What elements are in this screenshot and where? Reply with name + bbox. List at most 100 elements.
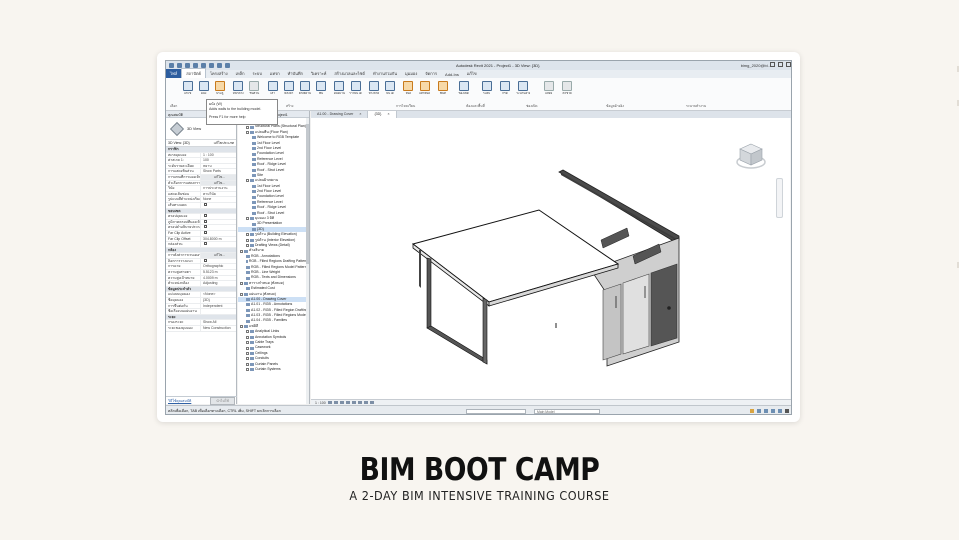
ribbon-tab[interactable]: ทำบันทึก bbox=[284, 69, 307, 78]
3d-viewport[interactable] bbox=[311, 118, 791, 399]
property-value[interactable] bbox=[200, 219, 236, 225]
sun-path-icon[interactable] bbox=[339, 401, 344, 404]
expand-toggle-icon[interactable] bbox=[246, 346, 249, 350]
ribbon-tool-button[interactable]: ราวบันได bbox=[349, 81, 363, 95]
ribbon-tool-button[interactable]: ประตู bbox=[213, 81, 227, 95]
close-tab-icon[interactable]: × bbox=[387, 112, 389, 117]
property-checkbox[interactable] bbox=[204, 202, 207, 206]
user-account[interactable]: bimg_2020@bi... bbox=[741, 63, 771, 68]
measure-icon[interactable] bbox=[217, 63, 222, 68]
view-scale[interactable]: 1 : 100 bbox=[315, 401, 326, 405]
expand-toggle-icon[interactable] bbox=[246, 238, 249, 242]
workset-field[interactable] bbox=[466, 408, 526, 414]
property-value[interactable] bbox=[200, 225, 236, 230]
expand-toggle-icon[interactable] bbox=[246, 244, 249, 248]
ribbon-tab[interactable]: Add-Ins bbox=[441, 71, 463, 78]
select-underlay-icon[interactable] bbox=[757, 409, 761, 413]
ribbon-tab[interactable]: ไฟล์ bbox=[166, 69, 182, 78]
property-value[interactable] bbox=[200, 214, 236, 219]
property-value[interactable] bbox=[200, 202, 236, 208]
close-icon[interactable] bbox=[786, 62, 791, 67]
visual-style-icon[interactable] bbox=[333, 401, 338, 404]
detail-level-icon[interactable] bbox=[327, 401, 332, 404]
expand-toggle-icon[interactable] bbox=[246, 335, 249, 339]
filter-icon[interactable] bbox=[785, 409, 789, 413]
view-tab[interactable]: {3D} × bbox=[368, 111, 397, 118]
ribbon-tab[interactable]: สถาปัตย์ bbox=[181, 68, 206, 78]
expand-toggle-icon[interactable] bbox=[240, 325, 243, 329]
property-value[interactable] bbox=[200, 230, 236, 236]
expand-toggle-icon[interactable] bbox=[246, 233, 249, 237]
property-value[interactable] bbox=[200, 309, 236, 314]
ribbon-tool-button[interactable]: ระดับ bbox=[480, 81, 494, 95]
expand-toggle-icon[interactable] bbox=[246, 351, 249, 355]
expand-toggle-icon[interactable] bbox=[246, 357, 249, 361]
property-checkbox[interactable] bbox=[204, 214, 207, 218]
property-value[interactable]: 1 : 100 bbox=[200, 152, 236, 158]
property-value[interactable]: None bbox=[200, 197, 236, 202]
view-tab[interactable]: A1.00 - Drawing Cover × bbox=[311, 111, 369, 118]
ribbon-tool-button[interactable]: ทางลาด bbox=[367, 81, 381, 95]
drag-elements-icon[interactable] bbox=[778, 409, 782, 413]
expand-toggle-icon[interactable] bbox=[246, 125, 249, 129]
property-value[interactable]: 5.5123 m bbox=[200, 270, 236, 275]
ribbon-tool-button[interactable]: หลังคา bbox=[282, 81, 296, 95]
property-value[interactable]: การประสานงาน bbox=[200, 186, 236, 191]
ribbon-tool-button[interactable]: ช่องเปิด bbox=[457, 81, 471, 95]
ribbon-tool-button[interactable]: แสดง bbox=[542, 81, 556, 95]
ribbon-tool-button[interactable]: ห้อง bbox=[401, 81, 415, 95]
property-edit-button[interactable]: แก้ไข... bbox=[200, 253, 236, 258]
ribbon-tab[interactable]: มุมมอง bbox=[401, 69, 421, 78]
edit-type-button[interactable]: แก้ไขประเภท bbox=[214, 140, 234, 146]
property-checkbox[interactable] bbox=[204, 219, 207, 223]
property-checkbox[interactable] bbox=[204, 230, 207, 234]
shadows-icon[interactable] bbox=[345, 401, 350, 404]
property-value[interactable]: 4.0009 m bbox=[200, 275, 236, 281]
ribbon-tool-button[interactable]: ฝ้าเพดาน bbox=[298, 81, 312, 95]
properties-help-link[interactable]: วิธีใช้คุณสมบัติ bbox=[168, 398, 191, 404]
ribbon-tab[interactable]: ระบบ bbox=[249, 69, 266, 78]
ribbon-tab[interactable]: สร้างมวลและไซต์ bbox=[330, 69, 369, 78]
expand-toggle-icon[interactable] bbox=[246, 341, 249, 345]
property-checkbox[interactable] bbox=[204, 225, 207, 229]
ribbon-tool-button[interactable]: พื้นที่ bbox=[436, 81, 450, 95]
scrollbar-thumb[interactable] bbox=[306, 124, 309, 264]
ribbon-tool-button[interactable]: บันได bbox=[383, 81, 397, 95]
property-checkbox[interactable] bbox=[204, 258, 207, 262]
property-edit-button[interactable]: แก้ไข... bbox=[200, 174, 236, 180]
expand-toggle-icon[interactable] bbox=[246, 330, 249, 334]
print-icon[interactable] bbox=[209, 63, 214, 68]
property-value[interactable]: ตามวินัย bbox=[200, 191, 236, 197]
ribbon-tab[interactable]: วิเคราะห์ bbox=[307, 69, 330, 78]
select-links-icon[interactable] bbox=[750, 409, 754, 413]
property-value[interactable]: Show Parts bbox=[200, 169, 236, 174]
instance-selector[interactable]: 3D View: {3D} แก้ไขประเภท bbox=[166, 140, 236, 147]
maximize-icon[interactable] bbox=[778, 62, 783, 67]
view-cube[interactable] bbox=[736, 140, 766, 170]
property-edit-button[interactable]: แก้ไข... bbox=[200, 180, 236, 186]
ribbon-tab[interactable]: เหล็ก bbox=[232, 69, 249, 78]
ribbon-tab[interactable]: โครงสร้าง bbox=[206, 69, 232, 78]
ribbon-tool-button[interactable]: เสา bbox=[266, 81, 280, 95]
hide-icon[interactable] bbox=[369, 401, 374, 404]
expand-toggle-icon[interactable] bbox=[240, 281, 243, 285]
property-value[interactable]: 304.8000 m bbox=[200, 236, 236, 242]
property-value[interactable]: Independent bbox=[200, 303, 236, 309]
property-value[interactable]: <None> bbox=[200, 292, 236, 298]
ribbon-tool-button[interactable]: ระนาบอ้างอิง bbox=[516, 81, 530, 95]
property-value[interactable]: Show All bbox=[200, 320, 236, 325]
ribbon-tool-button[interactable]: แก้ไข bbox=[181, 81, 195, 95]
expand-toggle-icon[interactable] bbox=[240, 292, 243, 296]
close-tab-icon[interactable]: × bbox=[359, 112, 361, 117]
design-option-field[interactable]: Main Model bbox=[534, 408, 600, 414]
expand-toggle-icon[interactable] bbox=[246, 362, 249, 366]
property-value[interactable]: New Construction bbox=[200, 326, 236, 331]
property-value[interactable]: หยาบ bbox=[200, 163, 236, 169]
navigation-bar[interactable] bbox=[776, 178, 783, 218]
minimize-icon[interactable] bbox=[770, 62, 775, 67]
viewport-scrollbar[interactable] bbox=[790, 118, 791, 399]
ribbon-tab[interactable]: จัดการ bbox=[421, 69, 441, 78]
ribbon-tab[interactable]: แก้ไข bbox=[463, 69, 481, 78]
property-value[interactable] bbox=[200, 242, 236, 247]
app-menu-icon[interactable] bbox=[169, 63, 174, 68]
